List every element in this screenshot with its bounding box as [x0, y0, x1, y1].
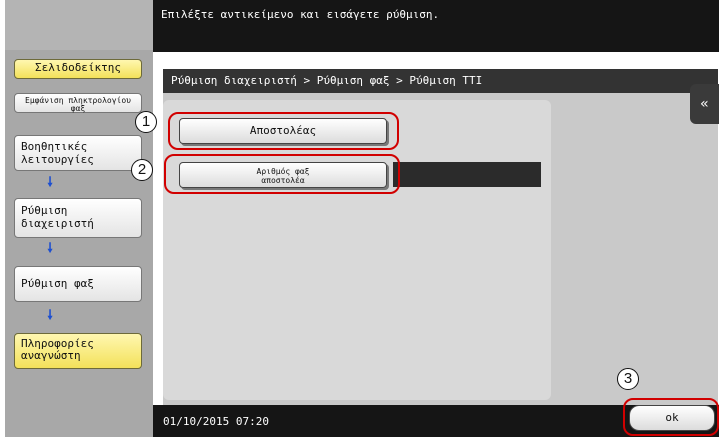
- step-utility-button[interactable]: Βοηθητικές λειτουργίες: [14, 135, 142, 171]
- instruction-bar: Επιλέξτε αντικείμενο και εισάγετε ρύθμισ…: [153, 0, 719, 52]
- callout-frame-2: [164, 154, 400, 194]
- instruction-text: Επιλέξτε αντικείμενο και εισάγετε ρύθμισ…: [161, 8, 440, 21]
- down-arrow-icon: 🠗: [47, 241, 53, 256]
- step-header-info-button[interactable]: Πληροφορίες αναγνώστη: [14, 333, 142, 369]
- callout-number-1: 1: [135, 111, 157, 133]
- datetime-text: 01/10/2015 07:20: [163, 415, 269, 428]
- callout-number-3: 3: [617, 368, 639, 390]
- sender-fax-number-field: [393, 162, 541, 187]
- callout-frame-3: [623, 398, 719, 436]
- breadcrumb-text: Ρύθμιση διαχειριστή > Ρύθμιση φαξ > Ρύθμ…: [171, 74, 483, 87]
- double-left-arrow-icon[interactable]: «: [690, 84, 719, 124]
- callout-frame-1: [168, 112, 399, 150]
- callout-number-2: 2: [131, 159, 153, 181]
- left-pane-header: [5, 0, 153, 50]
- step-fax-settings-button[interactable]: Ρύθμιση φαξ: [14, 266, 142, 302]
- fax-keypad-button[interactable]: Εμφάνιση πληκτρολογίου φαξ: [14, 93, 142, 113]
- bookmark-button[interactable]: Σελιδοδείκτης: [14, 59, 142, 79]
- breadcrumb: Ρύθμιση διαχειριστή > Ρύθμιση φαξ > Ρύθμ…: [163, 69, 718, 93]
- down-arrow-icon: 🠗: [47, 308, 53, 323]
- step-admin-settings-button[interactable]: Ρύθμιση διαχειριστή: [14, 198, 142, 238]
- down-arrow-icon: 🠗: [47, 175, 53, 190]
